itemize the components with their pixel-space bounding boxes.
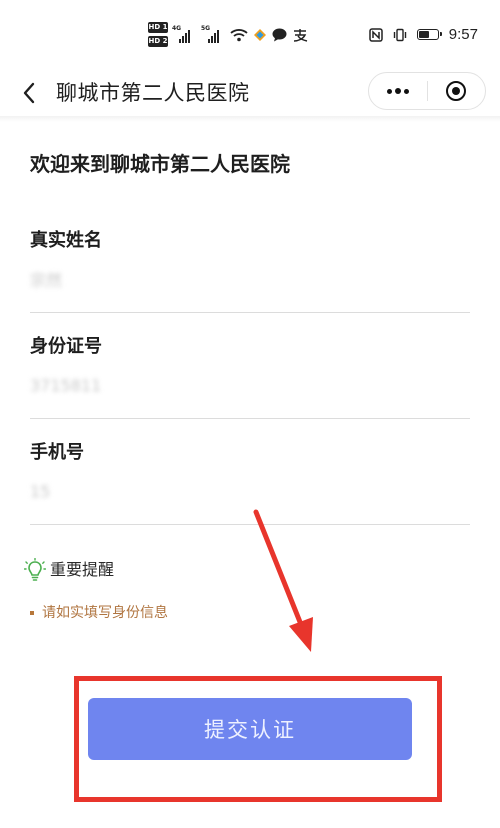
alipay-icon [293, 29, 308, 42]
nfc-icon [369, 27, 383, 42]
tip-bullet [30, 611, 34, 615]
app-notification-icon [254, 29, 266, 41]
phone-input[interactable] [30, 478, 450, 504]
phone-label: 手机号 [30, 442, 84, 463]
id-label: 身份证号 [30, 336, 102, 357]
lightbulb-icon [24, 558, 46, 581]
page-title: 聊城市第二人民医院 [56, 81, 250, 105]
hd-badges: HD 1 HD 2 [148, 22, 168, 47]
id-number-input[interactable] [30, 372, 450, 398]
signal-4g-icon: 4G [172, 25, 196, 43]
tip-detail: 请如实填写身份信息 [30, 602, 168, 624]
phone-field: 手机号 [30, 440, 470, 525]
more-dots-icon [386, 88, 409, 94]
id-divider [30, 418, 470, 419]
hd-badge-1: HD 1 [148, 22, 168, 33]
submit-verification-button[interactable]: 提交认证 [88, 698, 412, 760]
vibrate-icon [393, 28, 406, 41]
target-circle-icon [446, 81, 467, 101]
name-field: 真实姓名 [30, 228, 470, 313]
status-icons-left: 4G 5G [172, 24, 308, 46]
more-button[interactable] [369, 73, 427, 109]
battery-icon [416, 29, 442, 40]
back-button[interactable] [14, 76, 44, 110]
phone-divider [30, 524, 470, 525]
status-time: 9:57 [448, 26, 478, 43]
status-icons-right: 9:57 [369, 26, 478, 43]
battery-level [418, 31, 429, 38]
welcome-heading: 欢迎来到聊城市第二人民医院 [30, 152, 290, 176]
signal-5g-icon: 5G [201, 25, 225, 43]
name-divider [30, 312, 470, 313]
tip-header: 重要提醒 [24, 558, 114, 582]
close-mini-program-button[interactable] [427, 73, 485, 109]
name-input[interactable] [30, 266, 450, 292]
nav-bar: 聊城市第二人民医院 [0, 70, 500, 116]
chevron-left-icon [23, 82, 35, 104]
nav-divider [0, 116, 500, 122]
id-field: 身份证号 [30, 334, 470, 419]
mini-program-capsule [368, 72, 486, 110]
wifi-icon [230, 29, 248, 42]
tip-title: 重要提醒 [50, 560, 115, 579]
status-bar: HD 1 HD 2 4G 5G 9:57 [0, 0, 500, 70]
name-label: 真实姓名 [30, 230, 102, 251]
hd-badge-2: HD 2 [148, 36, 168, 47]
message-icon [272, 28, 287, 42]
tip-text: 请如实填写身份信息 [42, 605, 168, 621]
